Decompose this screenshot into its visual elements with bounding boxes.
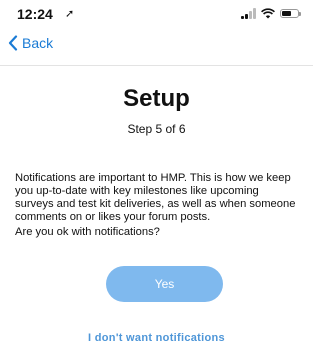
status-time: 12:24 [17, 6, 53, 22]
notifications-description: Notifications are important to HMP. This… [15, 172, 296, 223]
signal-icon [241, 8, 256, 19]
step-indicator: Step 5 of 6 [127, 122, 186, 136]
status-bar: 12:24 ➚ [0, 0, 313, 30]
battery-icon [280, 9, 301, 18]
back-label: Back [22, 35, 54, 51]
chevron-left-icon [8, 35, 18, 51]
yes-button[interactable]: Yes [106, 266, 223, 302]
location-arrow-icon: ➚ [65, 8, 75, 20]
wifi-icon [261, 8, 275, 19]
page-title: Setup [123, 85, 190, 112]
decline-notifications-link[interactable]: I don't want notifications [0, 332, 313, 344]
back-button[interactable]: Back [8, 35, 53, 51]
notifications-question: Are you ok with notifications? [15, 226, 160, 238]
status-icons [241, 8, 301, 19]
nav-bar: Back [0, 30, 313, 66]
